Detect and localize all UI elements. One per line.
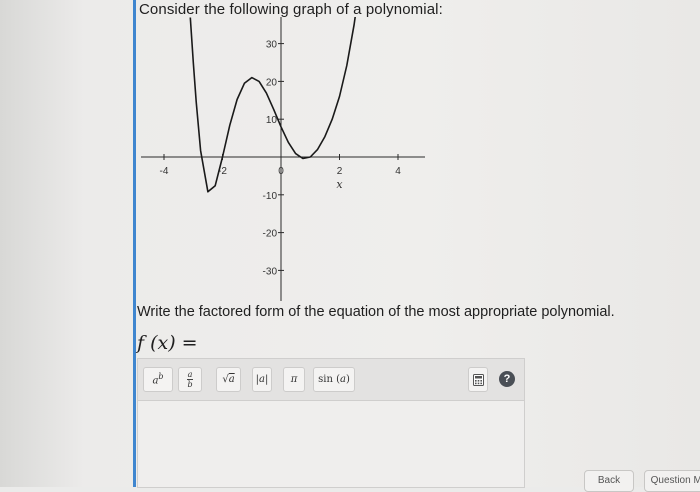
polynomial-curve <box>189 17 356 193</box>
graph-curve-layer <box>189 17 356 193</box>
y-tick-label: 20 <box>266 77 278 88</box>
question-menu-button[interactable]: Question Me <box>644 470 700 492</box>
exponent-button[interactable]: ab <box>143 367 173 392</box>
question-page: Consider the following graph of a polyno… <box>0 0 700 492</box>
graph-ticks: -4 -2 0 2 4-30-20-10102030x <box>160 40 402 278</box>
x-tick-label: 4 <box>395 166 401 177</box>
abs-button[interactable]: |a| <box>252 367 272 392</box>
y-tick-label: -20 <box>263 229 278 240</box>
y-tick-label: 30 <box>266 40 278 51</box>
sin-button[interactable]: sin (a) <box>313 367 355 392</box>
math-toolbar: ab ab √a |a| π sin (a) ? <box>137 358 525 401</box>
y-tick-label: 10 <box>266 115 278 126</box>
x-tick-label: -4 <box>160 166 169 177</box>
pi-symbol: π <box>290 374 298 385</box>
exponent-symbol: ab <box>152 372 164 387</box>
fraction-denominator: b <box>187 380 193 389</box>
back-button[interactable]: Back <box>584 470 634 492</box>
sqrt-button[interactable]: √a <box>216 367 241 392</box>
sin-symbol: sin (a) <box>318 374 350 385</box>
calculator-icon <box>472 373 484 386</box>
x-tick-label: 2 <box>337 166 343 177</box>
abs-symbol: |a| <box>255 374 269 385</box>
x-tick-label: 0 <box>278 166 284 177</box>
answer-label: f (x) = <box>137 332 198 354</box>
fraction-numerator: a <box>187 370 193 379</box>
y-tick-label: -30 <box>263 266 278 277</box>
x-axis-label: x <box>336 178 343 191</box>
sqrt-symbol: √a <box>222 374 235 385</box>
answer-input[interactable] <box>137 400 525 488</box>
fraction-button[interactable]: ab <box>178 367 202 392</box>
y-tick-label: -10 <box>263 191 278 202</box>
calculator-button[interactable] <box>468 367 488 392</box>
graph-axes <box>141 17 425 301</box>
help-icon[interactable]: ? <box>499 371 515 387</box>
pi-button[interactable]: π <box>283 367 305 392</box>
question-prompt: Write the factored form of the equation … <box>137 304 615 320</box>
